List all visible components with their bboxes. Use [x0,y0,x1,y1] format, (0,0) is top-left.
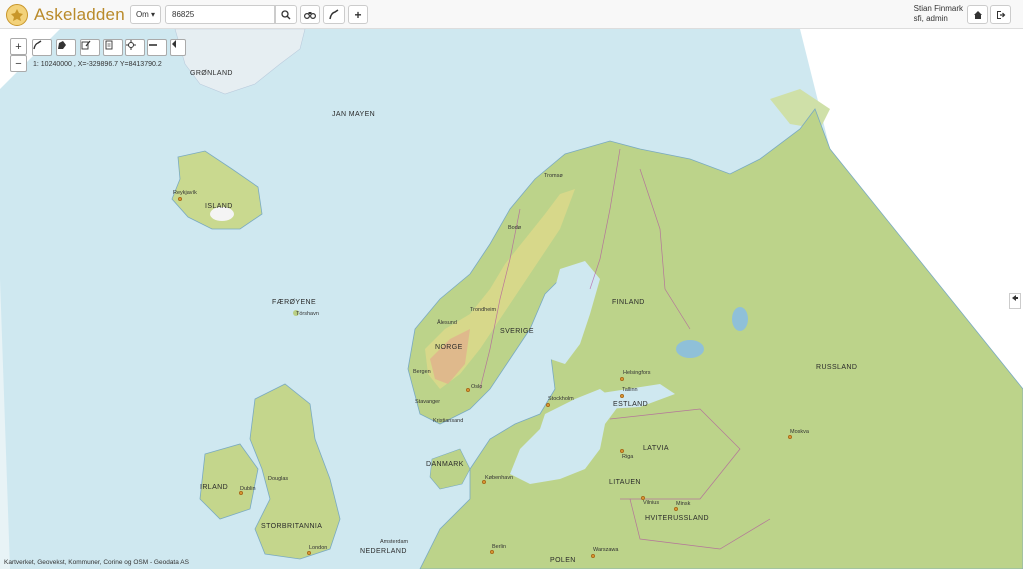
city-kristiansand: Kristiansand [433,418,464,424]
label-norway: NORGE [435,344,463,351]
city-marker [620,377,624,381]
label-poland: POLEN [550,557,576,564]
search-button[interactable] [275,5,297,24]
city-marker [788,435,792,439]
advanced-search-button[interactable] [300,5,320,24]
city-marker [591,554,595,558]
city-oslo: Oslo [471,384,483,390]
city-marker [178,197,182,201]
city-tromso: Tromsø [544,173,563,179]
city-amsterdam: Amsterdam [380,539,409,545]
arrow-left-icon [1012,295,1018,301]
city-london: London [309,545,328,551]
home-button[interactable] [967,5,988,24]
city-douglas: Douglas [268,476,289,482]
label-latvia: LATVIA [643,445,670,452]
add-button[interactable]: + [348,5,368,24]
city-bodo: Bodø [508,225,522,231]
label-great-britain: STORBRITANNIA [261,523,323,530]
open-sidebar-button[interactable] [1009,293,1021,309]
city-marker [546,403,550,407]
binoculars-icon [304,11,316,19]
collapse-toolbar-button[interactable] [170,39,186,56]
label-netherlands: NEDERLAND [360,548,407,555]
scale-coordinates: 1: 10240000 , X=-329896.7 Y=8413790.2 [33,61,162,68]
city-marker [307,551,311,555]
top-bar: Askeladden Om ▾ 86825 + Stian Finmark sf… [0,0,1023,29]
label-russia: RUSSLAND [816,364,858,371]
city-torshavn: Tórshavn [296,311,319,317]
city-bergen: Bergen [413,369,431,375]
measure-tool[interactable] [147,39,167,56]
map-view[interactable]: + − 1: 10240000 , X=-329896.7 Y=8413790.… [0,29,1023,569]
document-icon [105,40,113,50]
city-helsinki: Helsingfors [623,370,651,376]
edit-tool[interactable] [80,39,100,56]
label-greenland: GRØNLAND [190,70,233,77]
city-warsaw: Warszawa [593,547,619,553]
greenland-shape [174,29,306,95]
crosshair-icon [126,40,136,50]
city-stockholm: Stockholm [548,396,574,402]
city-berlin: Berlin [492,544,507,550]
label-finland: FINLAND [612,299,645,306]
pen-icon [328,9,338,20]
home-icon [973,10,982,19]
search-icon [281,9,291,19]
label-faroe: FÆRØYENE [272,299,317,306]
user-name: Stian Finmark [913,4,963,13]
map-canvas [0,29,1023,569]
city-marker [674,507,678,511]
label-belarus: HVITERUSSLAND [645,515,709,522]
label-ireland: IRLAND [200,484,229,491]
map-attribution: Kartverket, Geovekst, Kommuner, Corine o… [4,559,189,566]
pen-icon [33,40,42,50]
denmark-shape [429,448,471,490]
label-lithuania: LITAUEN [609,479,641,486]
city-alesund: Ålesund [437,320,457,326]
document-tool[interactable] [103,39,123,56]
city-marker [490,550,494,554]
city-riga: Riga [622,454,634,460]
great-britain-shape [249,383,341,560]
search-input[interactable]: 86825 [165,5,275,24]
zoom-in-button[interactable]: + [10,38,27,55]
city-minsk: Minsk [676,501,691,507]
label-iceland: ISLAND [205,203,233,210]
user-role: sfi, admin [913,14,948,23]
city-marker [466,388,470,392]
app-title[interactable]: Askeladden [34,5,125,25]
draw-line-button[interactable] [323,5,345,24]
ruler-icon [149,44,157,46]
about-menu-button[interactable]: Om ▾ [130,5,161,24]
city-marker [620,394,624,398]
label-estonia: ESTLAND [613,401,649,408]
city-reykjavik: Reykjavík [173,190,197,196]
zoom-out-button[interactable]: − [10,55,27,72]
logout-button[interactable] [990,5,1011,24]
caret-left-icon [172,40,176,48]
label-jan-mayen: JAN MAYEN [332,111,376,118]
logout-icon [996,10,1005,19]
locate-tool[interactable] [125,39,145,56]
city-copenhagen: København [485,475,514,481]
user-info: Stian Finmark sfi, admin [914,4,963,24]
city-marker [620,449,624,453]
city-moscow: Moskva [790,429,809,435]
label-denmark: DANMARK [426,461,464,468]
city-tallinn: Tallinn [622,387,638,393]
polygon-icon [58,41,66,49]
edit-icon [81,40,91,50]
draw-polygon-tool[interactable] [56,39,76,56]
city-trondheim: Trondheim [470,307,497,313]
askeladden-logo-icon[interactable] [6,4,28,26]
ireland-shape [199,443,259,520]
city-dublin: Dublin [240,486,256,492]
draw-line-tool[interactable] [32,39,52,56]
city-vilnius: Vilnius [643,500,660,506]
label-sweden: SVERIGE [500,328,534,335]
city-stavanger: Stavanger [415,399,441,405]
